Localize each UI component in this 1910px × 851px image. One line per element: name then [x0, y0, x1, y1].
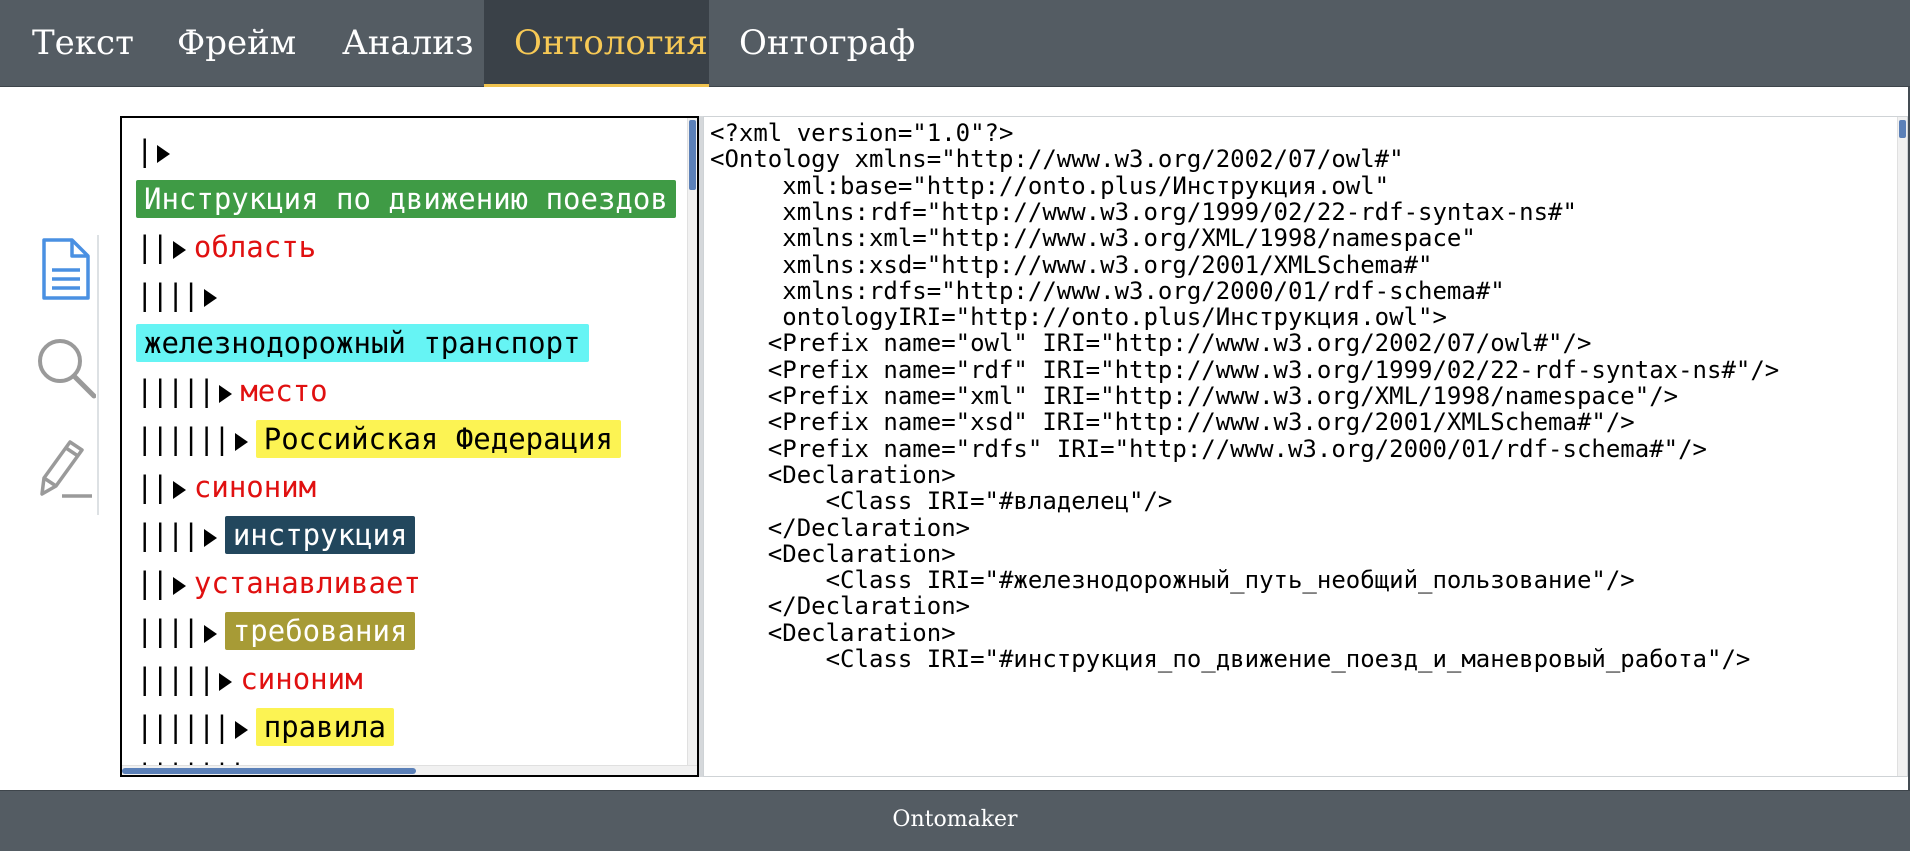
footer: Ontomaker [0, 790, 1910, 851]
tab-analysis[interactable]: Анализ [336, 0, 484, 87]
tree-vertical-scrollbar[interactable] [687, 118, 697, 775]
expand-triangle-icon[interactable] [234, 721, 248, 739]
tree-node[interactable]: ||||| синоним [136, 660, 363, 698]
tree-indent-guides: ||||| [136, 662, 215, 696]
expand-triangle-icon[interactable] [203, 529, 217, 547]
tree-hscroll-thumb[interactable] [122, 768, 416, 774]
tree-concept-chip[interactable]: правила [255, 708, 394, 746]
edit-icon[interactable] [34, 434, 96, 500]
tree-node[interactable]: ||||| место [136, 372, 328, 410]
tree-node[interactable]: || область [136, 228, 316, 266]
tree-horizontal-scrollbar[interactable] [122, 765, 697, 775]
expand-triangle-icon[interactable] [203, 289, 217, 307]
ontology-tree-panel[interactable]: | Инструкция по движению поездов || область… [120, 116, 699, 777]
expand-triangle-icon[interactable] [172, 577, 186, 595]
expand-triangle-icon[interactable] [157, 145, 171, 163]
footer-label: Ontomaker [892, 807, 1018, 832]
code-vertical-scrollbar[interactable] [1897, 117, 1907, 776]
tree-node[interactable]: |||| требования [136, 612, 416, 650]
tree-concept-chip[interactable]: требования [224, 612, 416, 650]
tree-node[interactable]: |||| инструкция [136, 516, 416, 554]
tree-relation-label[interactable]: устанавливает [194, 566, 421, 600]
tree-relation-label[interactable]: область [194, 230, 316, 264]
tree-node[interactable]: | [136, 132, 178, 170]
tree-indent-guides: |||| [136, 614, 200, 648]
expand-triangle-icon[interactable] [172, 481, 186, 499]
search-icon[interactable] [34, 334, 96, 400]
tab-text[interactable]: Текст [0, 0, 141, 87]
tab-frame[interactable]: Фрейм [141, 0, 336, 87]
tree-relation-label[interactable]: синоним [240, 662, 362, 696]
sidebar-divider [97, 235, 99, 515]
tree-concept-chip[interactable]: Инструкция по движению поездов [136, 180, 676, 218]
tree-node[interactable]: |||| [136, 276, 225, 314]
tree-indent-guides: || [136, 566, 169, 600]
tree-vscroll-thumb[interactable] [689, 120, 696, 190]
tree-node[interactable]: |||||| Российская Федерация [136, 420, 621, 458]
tree-concept-chip[interactable]: инструкция [224, 516, 416, 554]
tree-node[interactable]: железнодорожный транспорт [136, 324, 589, 362]
xml-code-line: <Class IRI="#инструкция_по_движение_поез… [710, 645, 1751, 673]
expand-triangle-icon[interactable] [172, 241, 186, 259]
tree-concept-chip[interactable]: Российская Федерация [255, 420, 621, 458]
tree-node[interactable]: |||||| правила [136, 708, 394, 746]
code-vscroll-thumb[interactable] [1899, 120, 1906, 138]
tree-indent-guides: |||| [136, 278, 200, 312]
tree-indent-guides: |||||| [136, 710, 231, 744]
owl-xml-panel[interactable]: <?xml version="1.0"?> <Ontology xmlns="ht… [703, 116, 1908, 777]
tree-node[interactable]: || устанавливает [136, 564, 421, 602]
tree-indent-guides: || [136, 470, 169, 504]
tree-indent-guides: |||||| [136, 422, 231, 456]
expand-triangle-icon[interactable] [219, 673, 233, 691]
expand-triangle-icon[interactable] [219, 385, 233, 403]
tree-node[interactable]: || синоним [136, 468, 316, 506]
tree-indent-guides: | [136, 134, 154, 168]
tree-concept-chip[interactable]: железнодорожный транспорт [136, 324, 589, 362]
tree-relation-label[interactable]: синоним [194, 470, 316, 504]
document-icon[interactable] [34, 236, 96, 302]
expand-triangle-icon[interactable] [203, 625, 217, 643]
tree-indent-guides: |||| [136, 518, 200, 552]
tree-indent-guides: || [136, 230, 169, 264]
tab-ontograph[interactable]: Онтограф [709, 0, 915, 87]
expand-triangle-icon[interactable] [234, 433, 248, 451]
tree-relation-label[interactable]: место [240, 374, 327, 408]
tree-indent-guides: ||||| [136, 374, 215, 408]
tab-ontology[interactable]: Онтология [484, 0, 709, 87]
tree-node[interactable]: Инструкция по движению поездов [136, 180, 676, 218]
top-nav-bar: Текст Фрейм Анализ Онтология Онтограф [0, 0, 1910, 87]
